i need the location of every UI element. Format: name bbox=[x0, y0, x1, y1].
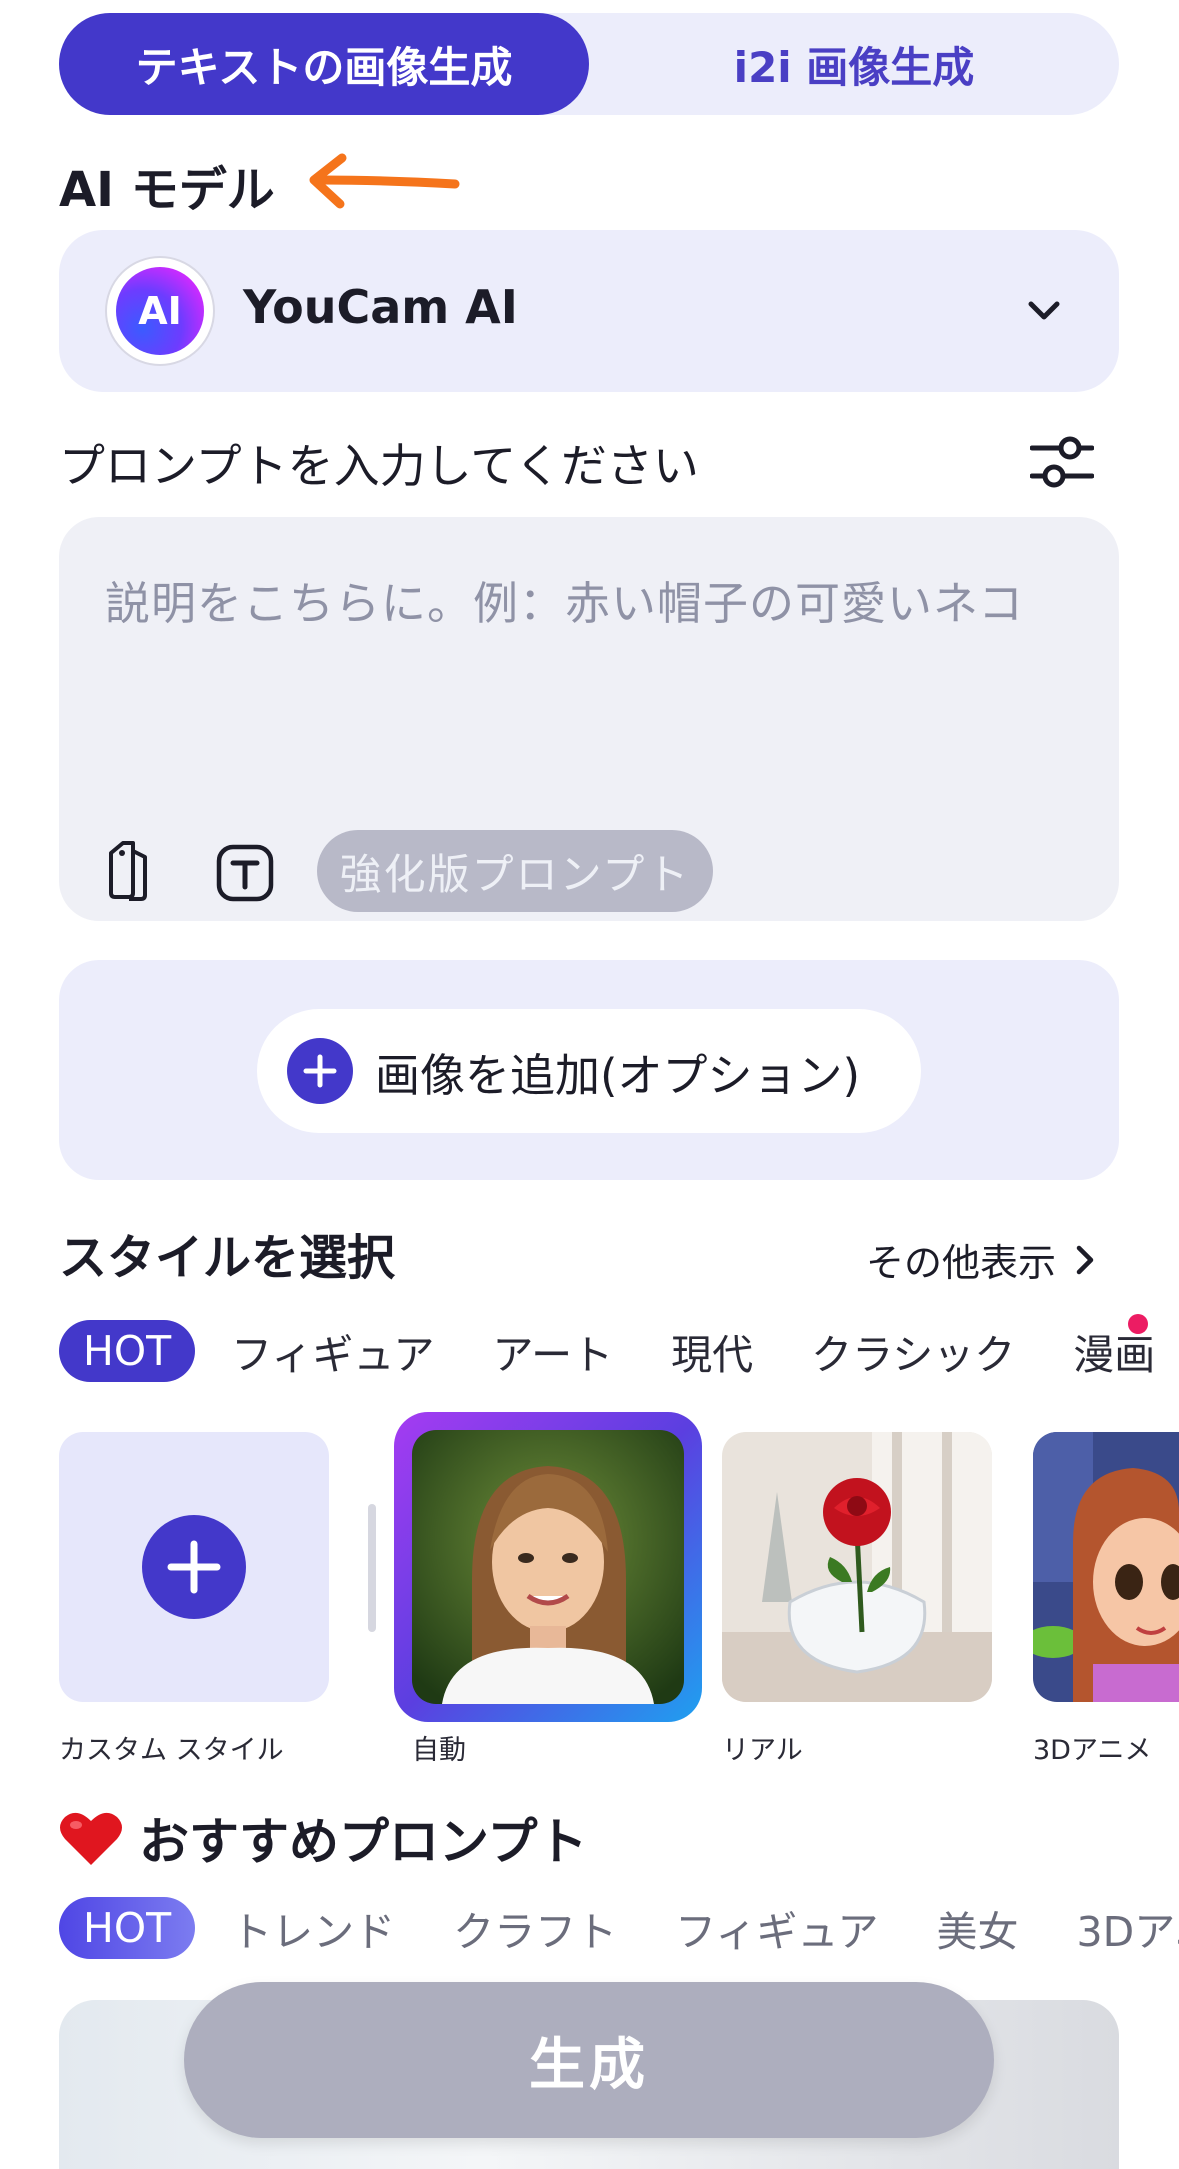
rec-tab-figure[interactable]: フィギュア bbox=[675, 1898, 878, 1958]
model-name: YouCam AI bbox=[243, 280, 518, 334]
notification-dot bbox=[1128, 1314, 1148, 1334]
prompt-placeholder: 説明をこちらに。例：赤い帽子の可愛いネコ bbox=[105, 577, 1025, 630]
style-section-title: スタイルを選択 bbox=[59, 1230, 396, 1286]
style-label-real: リアル bbox=[722, 1735, 803, 1766]
style-card-real[interactable] bbox=[722, 1432, 992, 1702]
style-tab-classic[interactable]: クラシック bbox=[811, 1321, 1015, 1381]
show-more-label: その他表示 bbox=[866, 1241, 1057, 1285]
tag-icon[interactable] bbox=[105, 839, 157, 901]
style-category-tabs: HOT フィギュア アート 現代 クラシック 漫画 bbox=[59, 1319, 1179, 1383]
rec-tab-hot[interactable]: HOT bbox=[59, 1897, 196, 1959]
arrow-annotation-icon bbox=[309, 153, 460, 209]
chevron-right-icon bbox=[1076, 1245, 1094, 1274]
recommended-title: おすすめプロンプト bbox=[139, 1813, 588, 1871]
recommended-title-row: おすすめプロンプト bbox=[59, 1802, 588, 1874]
tab-text-to-image[interactable]: テキストの画像生成 bbox=[59, 13, 589, 115]
style-card-3d-anime[interactable] bbox=[1033, 1432, 1179, 1702]
style-label-auto: 自動 bbox=[412, 1735, 466, 1766]
rec-tab-trend[interactable]: トレンド bbox=[231, 1898, 395, 1958]
generate-button[interactable]: 生成 bbox=[184, 1982, 994, 2138]
style-card-custom[interactable] bbox=[59, 1432, 329, 1702]
model-selector[interactable]: AI YouCam AI bbox=[59, 230, 1119, 392]
rec-tab-3d-anime[interactable]: 3Dアニ bbox=[1077, 1898, 1179, 1958]
style-tab-art[interactable]: アート bbox=[493, 1321, 614, 1381]
add-image-label: 画像を追加(オプション) bbox=[375, 1048, 861, 1102]
ai-logo-icon: AI bbox=[116, 267, 204, 355]
plus-icon bbox=[287, 1038, 353, 1104]
style-tab-modern[interactable]: 現代 bbox=[671, 1321, 753, 1381]
rec-tab-beauty[interactable]: 美女 bbox=[937, 1898, 1019, 1958]
enhance-prompt-button[interactable]: 強化版プロンプト bbox=[317, 830, 713, 912]
heart-icon bbox=[60, 1812, 122, 1865]
ai-model-heading: AI モデル bbox=[59, 162, 275, 218]
sliders-icon[interactable] bbox=[1030, 430, 1094, 494]
rec-tab-craft[interactable]: クラフト bbox=[453, 1898, 617, 1958]
style-label-3d-anime: 3Dアニメ bbox=[1033, 1735, 1152, 1766]
add-image-button[interactable]: 画像を追加(オプション) bbox=[257, 1009, 921, 1133]
mode-tabs: テキストの画像生成 i2i 画像生成 bbox=[59, 13, 1119, 115]
tab-image-to-image[interactable]: i2i 画像生成 bbox=[589, 13, 1119, 115]
style-tab-hot[interactable]: HOT bbox=[59, 1320, 196, 1382]
text-format-icon[interactable] bbox=[215, 843, 275, 903]
chevron-down-icon[interactable] bbox=[1019, 286, 1069, 336]
style-label-custom: カスタム スタイル bbox=[59, 1735, 284, 1766]
model-avatar: AI bbox=[105, 256, 215, 366]
3d-anime-girl-image bbox=[1033, 1432, 1179, 1702]
add-image-card: 画像を追加(オプション) bbox=[59, 960, 1119, 1180]
plus-icon bbox=[142, 1515, 246, 1619]
recommended-category-tabs: HOT トレンド クラフト フィギュア 美女 3Dアニ bbox=[59, 1896, 1179, 1960]
style-tab-figure[interactable]: フィギュア bbox=[231, 1321, 434, 1381]
style-card-auto[interactable] bbox=[394, 1412, 702, 1722]
show-more-link[interactable]: その他表示 bbox=[866, 1232, 1100, 1287]
divider bbox=[368, 1504, 376, 1632]
girl-portrait-image bbox=[412, 1430, 684, 1704]
prompt-textarea[interactable]: 説明をこちらに。例：赤い帽子の可愛いネコ 強化版プロンプト bbox=[59, 517, 1119, 921]
prompt-label: プロンプトを入力してください bbox=[59, 439, 699, 493]
rose-vase-image bbox=[722, 1432, 992, 1702]
